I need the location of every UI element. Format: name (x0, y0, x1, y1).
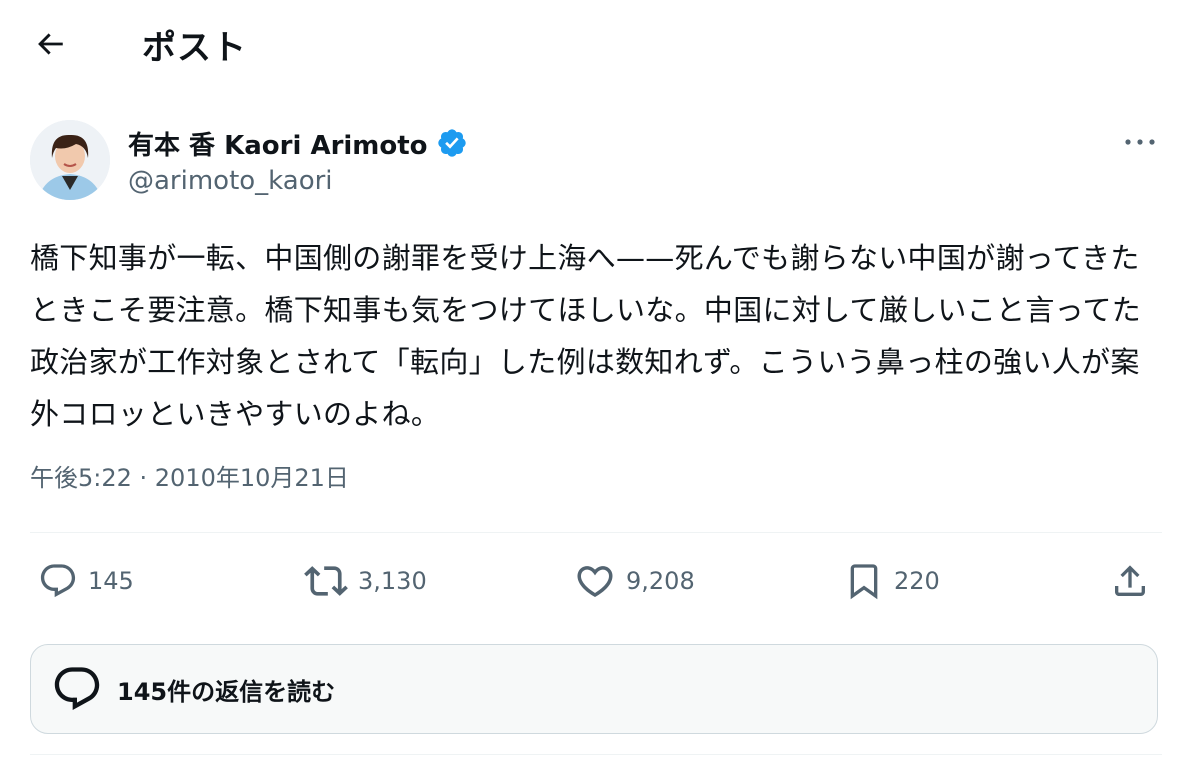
bookmark-count: 220 (894, 567, 940, 595)
bookmark-button[interactable]: 220 (844, 558, 940, 604)
page-title: ポスト (142, 28, 247, 68)
reply-bubble-icon (54, 667, 100, 711)
share-icon (1115, 565, 1145, 596)
more-horizontal-icon (1125, 139, 1155, 145)
bookmark-icon (850, 564, 878, 600)
read-replies-label: 145件の返信を読む (117, 677, 336, 706)
avatar[interactable] (30, 120, 110, 200)
reply-count: 145 (88, 567, 134, 595)
back-button[interactable] (28, 22, 72, 66)
author-block: 有本 香 Kaori Arimoto @arimoto_kaori (128, 124, 468, 196)
retweet-icon (304, 566, 348, 596)
share-button[interactable] (1110, 558, 1150, 604)
like-button[interactable]: 9,208 (574, 558, 695, 604)
retweet-button[interactable]: 3,130 (304, 558, 427, 604)
author-handle[interactable]: @arimoto_kaori (128, 166, 468, 196)
reply-icon (40, 564, 76, 598)
arrow-left-icon (38, 33, 63, 55)
divider (30, 532, 1162, 533)
divider (30, 754, 1162, 755)
reply-button[interactable]: 145 (38, 558, 134, 604)
more-options-button[interactable] (1118, 124, 1162, 160)
read-replies-button[interactable]: 145件の返信を読む (30, 644, 1158, 734)
author-display-name[interactable]: 有本 香 Kaori Arimoto (128, 125, 428, 162)
tweet-timestamp[interactable]: 午後5:22 · 2010年10月21日 (30, 458, 349, 493)
header: ポスト (0, 0, 1192, 90)
heart-icon (577, 566, 613, 598)
profile-photo (30, 120, 110, 200)
like-count: 9,208 (626, 567, 695, 595)
retweet-count: 3,130 (358, 567, 427, 595)
tweet-text: 橋下知事が一転、中国側の謝罪を受け上海へ——死んでも謝らない中国が謝ってきたとき… (30, 241, 1142, 431)
verified-badge-icon[interactable] (436, 127, 468, 159)
